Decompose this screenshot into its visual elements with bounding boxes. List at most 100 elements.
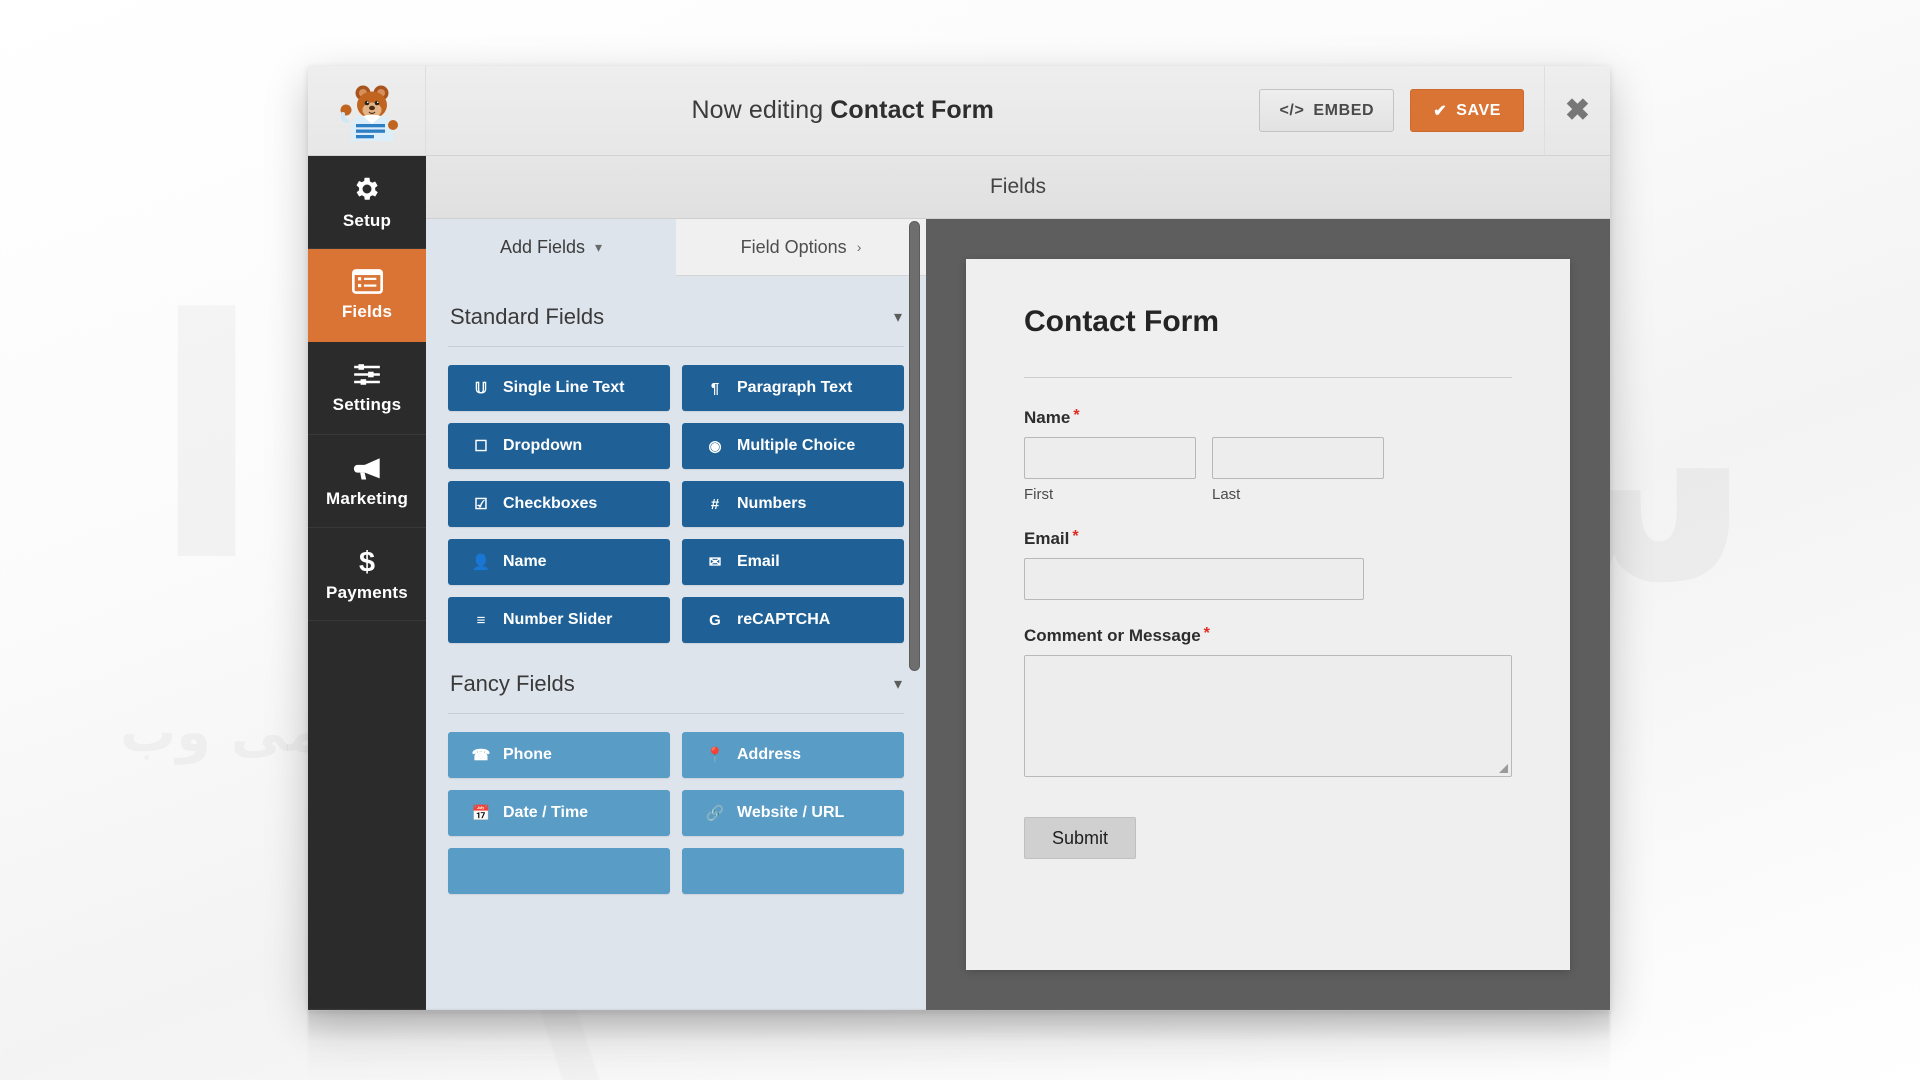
section-title: Fancy Fields — [450, 671, 575, 696]
chevron-down-icon: ▾ — [595, 238, 603, 255]
phone-icon: ☎ — [471, 747, 491, 764]
field-label: Email * — [1024, 529, 1512, 549]
field-button-recaptcha[interactable]: G reCAPTCHA — [682, 597, 904, 643]
embed-button[interactable]: </> EMBED — [1259, 89, 1395, 132]
page-title: Now editing Contact Form — [426, 66, 1259, 155]
form-preview-title: Contact Form — [1024, 305, 1512, 378]
sidebar-item-label: Marketing — [325, 488, 409, 508]
last-name-input[interactable] — [1212, 437, 1384, 479]
megaphone-icon — [352, 454, 383, 482]
builder-scrollbar-track[interactable] — [909, 221, 920, 1008]
field-button-label: reCAPTCHA — [737, 611, 831, 628]
chevron-down-icon: ▾ — [893, 676, 902, 693]
window-body: Setup Fields Settings Marketing $ Paymen… — [308, 156, 1610, 1010]
standard-fields-grid: 𝕌 Single Line Text ¶ Paragraph Text ☐ Dr… — [448, 365, 904, 643]
svg-text:$: $ — [359, 546, 375, 576]
hash-icon: # — [710, 495, 720, 513]
comment-textarea[interactable] — [1024, 655, 1512, 777]
builder-scrollbar-thumb[interactable] — [909, 221, 920, 671]
field-label: Comment or Message * — [1024, 626, 1512, 646]
caret-square-icon: ☐ — [474, 438, 488, 455]
field-button-number-slider[interactable]: ≡ Number Slider — [448, 597, 670, 643]
field-button-partial[interactable] — [682, 848, 904, 894]
name-first-group: First — [1024, 437, 1196, 503]
sidebar-item-label: Payments — [326, 582, 408, 602]
check-icon: ✔ — [1433, 102, 1448, 120]
sidebar-filler — [308, 621, 426, 1010]
builder-scroll-area[interactable]: Standard Fields ▾ 𝕌 Single Line Text ¶ P… — [426, 276, 926, 1010]
tab-field-options[interactable]: Field Options › — [676, 219, 926, 276]
field-button-label: Paragraph Text — [737, 379, 853, 396]
field-button-single-line-text[interactable]: 𝕌 Single Line Text — [448, 365, 670, 411]
link-icon: 🔗 — [705, 805, 725, 822]
tab-add-fields[interactable]: Add Fields ▾ — [426, 219, 676, 276]
form-preview-panel: Contact Form Name * First Last Email * C… — [926, 219, 1610, 1010]
wpforms-bear-logo — [340, 85, 398, 141]
field-button-date-time[interactable]: 📅 Date / Time — [448, 790, 670, 836]
field-button-website-url[interactable]: 🔗 Website / URL — [682, 790, 904, 836]
required-marker: * — [1203, 625, 1210, 642]
checkbox-icon: ☑ — [474, 496, 488, 513]
first-name-input[interactable] — [1024, 437, 1196, 479]
field-button-label: Phone — [503, 746, 552, 763]
preview-field-email: Email * — [1024, 529, 1512, 600]
close-button[interactable]: ✖ — [1544, 66, 1610, 155]
field-button-paragraph-text[interactable]: ¶ Paragraph Text — [682, 365, 904, 411]
field-button-label: Numbers — [737, 495, 807, 512]
panes: Add Fields ▾ Field Options › Standard Fi… — [426, 219, 1610, 1010]
field-button-label: Single Line Text — [503, 379, 625, 396]
background-watermark: ا — [150, 250, 263, 634]
field-button-phone[interactable]: ☎ Phone — [448, 732, 670, 778]
field-button-checkboxes[interactable]: ☑ Checkboxes — [448, 481, 670, 527]
section-header-fancy-fields[interactable]: Fancy Fields ▾ — [448, 643, 904, 714]
submit-button[interactable]: Submit — [1024, 817, 1136, 859]
field-button-multiple-choice[interactable]: ◉ Multiple Choice — [682, 423, 904, 469]
list-icon — [351, 268, 383, 295]
text-cursor-icon: 𝕌 — [474, 380, 488, 397]
section-header-standard-fields[interactable]: Standard Fields ▾ — [448, 276, 904, 347]
calendar-icon: 📅 — [471, 805, 491, 822]
save-button[interactable]: ✔ SAVE — [1410, 89, 1524, 132]
sidebar-item-marketing[interactable]: Marketing — [308, 435, 426, 528]
close-x-icon: ✖ — [1564, 93, 1591, 127]
chevron-down-icon: ▾ — [893, 309, 902, 326]
field-button-partial[interactable] — [448, 848, 670, 894]
fancy-fields-grid: ☎ Phone 📍 Address 📅 Date / Time 🔗 Websit… — [448, 732, 904, 894]
field-builder-panel: Add Fields ▾ Field Options › Standard Fi… — [426, 219, 926, 1010]
field-label-text: Name — [1024, 408, 1071, 427]
google-g-icon: G — [709, 611, 721, 629]
field-button-numbers[interactable]: # Numbers — [682, 481, 904, 527]
field-button-label: Number Slider — [503, 611, 613, 628]
email-input[interactable] — [1024, 558, 1364, 600]
name-inputs-row: First Last — [1024, 437, 1512, 503]
sidebar-item-settings[interactable]: Settings — [308, 342, 426, 435]
field-button-address[interactable]: 📍 Address — [682, 732, 904, 778]
field-label-text: Email — [1024, 529, 1070, 548]
form-builder-window: Now editing Contact Form </> EMBED ✔ SAV… — [308, 66, 1610, 1010]
field-button-label: Address — [737, 746, 802, 763]
sidebar-item-fields[interactable]: Fields — [308, 249, 426, 342]
header-actions: </> EMBED ✔ SAVE — [1259, 66, 1544, 155]
sidebar-item-setup[interactable]: Setup — [308, 156, 426, 249]
field-button-label: Email — [737, 553, 780, 570]
field-button-name[interactable]: 👤 Name — [448, 539, 670, 585]
field-label: Name * — [1024, 408, 1512, 428]
field-button-label: Name — [503, 553, 547, 570]
save-button-label: SAVE — [1456, 101, 1501, 119]
tab-label: Add Fields — [499, 236, 585, 257]
window-reflection — [308, 1010, 1610, 1080]
radio-dot-icon: ◉ — [708, 438, 722, 455]
field-button-email[interactable]: ✉ Email — [682, 539, 904, 585]
field-button-dropdown[interactable]: ☐ Dropdown — [448, 423, 670, 469]
map-pin-icon: 📍 — [705, 747, 725, 764]
builder-tabs: Add Fields ▾ Field Options › — [426, 219, 926, 276]
envelope-icon: ✉ — [708, 554, 722, 571]
panel-header-title: Fields — [426, 156, 1610, 219]
last-name-sublabel: Last — [1212, 486, 1241, 503]
slider-icon: ≡ — [476, 611, 486, 629]
sidebar-item-payments[interactable]: $ Payments — [308, 528, 426, 621]
user-icon: 👤 — [471, 554, 491, 571]
embed-button-label: EMBED — [1313, 101, 1375, 119]
field-button-label: Dropdown — [503, 437, 583, 454]
field-button-label: Date / Time — [503, 804, 589, 821]
